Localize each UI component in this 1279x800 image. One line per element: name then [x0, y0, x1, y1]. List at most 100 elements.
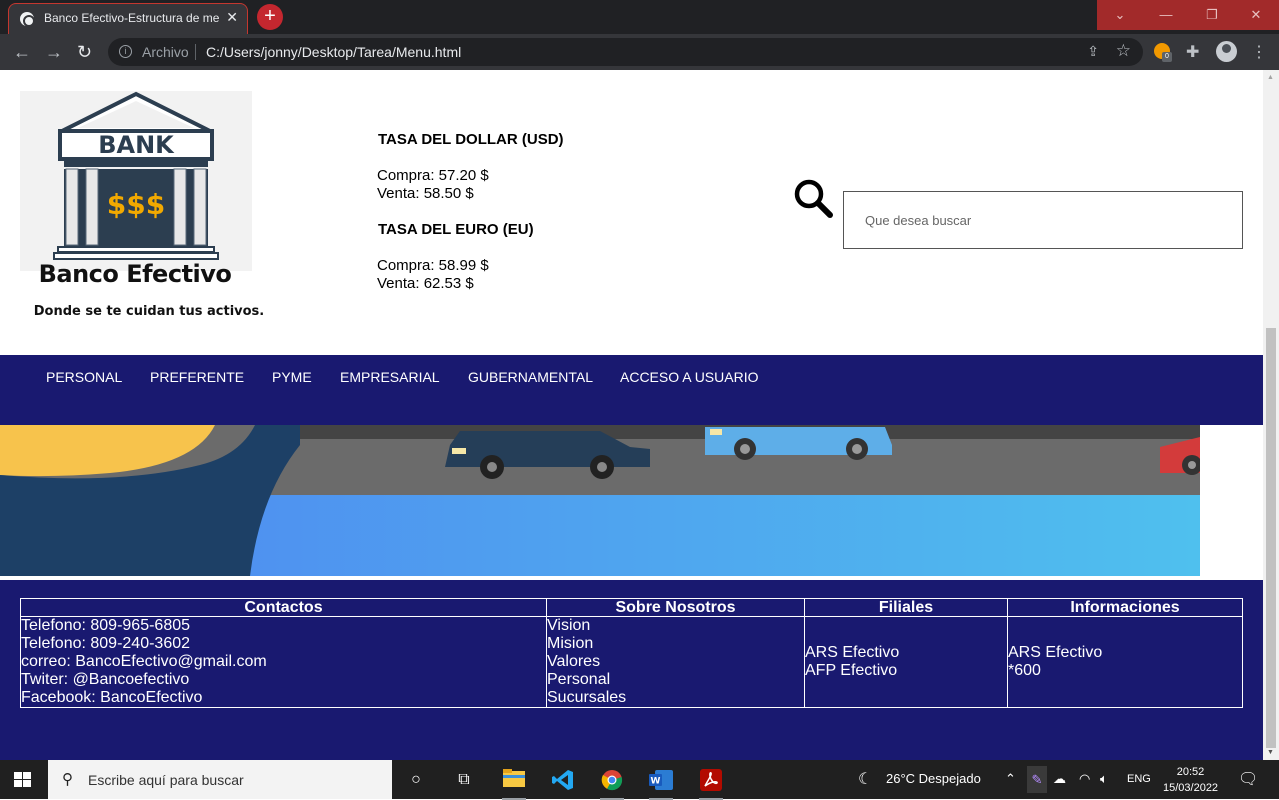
scrollbar-thumb[interactable] [1266, 328, 1276, 748]
search-icon: ⚲ [62, 771, 73, 788]
contact-email: correo: BancoEfectivo@gmail.com [21, 653, 267, 670]
url-text[interactable]: C:/Users/jonny/Desktop/Tarea/Menu.html [206, 44, 461, 60]
eur-sell-rate: Venta: 62.53 $ [377, 275, 474, 292]
browser-toolbar: ← → ↻ i Archivo C:/Users/jonny/Desktop/T… [0, 34, 1279, 70]
contact-phone-1: Telefono: 809-965-6805 [21, 617, 191, 634]
contact-facebook: Facebook: BancoEfectivo [21, 689, 203, 706]
moon-weather-icon[interactable]: ☾ [858, 769, 872, 789]
speaker-icon[interactable]: 🔈︎ [1100, 771, 1108, 787]
pen-icon[interactable]: ✎ [1027, 766, 1047, 793]
new-tab-button[interactable]: + [257, 4, 283, 30]
address-bar[interactable]: i Archivo C:/Users/jonny/Desktop/Tarea/M… [108, 38, 1143, 66]
logo-money-text: $$$ [107, 188, 165, 221]
extension-icon[interactable]: 0 [1154, 43, 1172, 62]
scroll-down-icon[interactable]: ▼ [1267, 749, 1274, 756]
bank-logo: BANK $$$ [20, 91, 252, 271]
back-icon[interactable]: ← [13, 42, 31, 62]
task-view-icon[interactable]: ⧉ [452, 769, 476, 791]
search-input[interactable] [844, 192, 1242, 248]
about-personal: Personal [547, 671, 611, 688]
scroll-up-icon[interactable]: ▲ [1267, 74, 1274, 81]
footer-filiales-cell: ARS Efectivo AFP Efectivo [804, 616, 1008, 708]
taskbar-search[interactable]: ⚲ Escribe aquí para buscar [48, 760, 392, 799]
acrobat-icon[interactable] [699, 769, 723, 800]
language-indicator[interactable]: ENG [1127, 773, 1151, 785]
puzzle-icon[interactable]: ✚ [1186, 42, 1199, 62]
cortana-icon[interactable]: ○ [404, 769, 428, 791]
restore-button[interactable]: ❐ [1189, 0, 1235, 30]
clock-time: 20:52 [1176, 766, 1205, 778]
close-tab-icon[interactable]: ✕ [226, 9, 238, 26]
footer-header-filiales: Filiales [804, 598, 1008, 617]
close-window-button[interactable]: ✕ [1233, 0, 1279, 30]
menu-kebab-icon[interactable]: ⋮ [1251, 42, 1267, 62]
menu-item-personal[interactable]: PERSONAL [46, 369, 122, 385]
search-icon[interactable] [793, 178, 833, 218]
bank-name: Banco Efectivo [38, 260, 232, 288]
profile-avatar[interactable] [1216, 41, 1237, 62]
address-separator [195, 44, 196, 60]
filial-afp: AFP Efectivo [805, 662, 898, 679]
usd-buy-rate: Compra: 57.20 $ [377, 167, 489, 184]
minimize-button[interactable]: — [1143, 0, 1189, 30]
footer-table: Contactos Sobre Nosotros Filiales Inform… [20, 598, 1243, 708]
wifi-icon[interactable]: ◠ [1079, 771, 1090, 787]
logo-bank-text: BANK [98, 131, 175, 159]
info-icon[interactable]: i [119, 45, 132, 58]
taskbar-search-text[interactable]: Escribe aquí para buscar [88, 772, 244, 788]
tab-search-button[interactable]: ⌄ [1097, 0, 1143, 30]
about-sucursales: Sucursales [547, 689, 627, 706]
tab-title: Banco Efectivo-Estructura de me [44, 11, 220, 25]
footer: Contactos Sobre Nosotros Filiales Inform… [0, 580, 1263, 760]
svg-text:W: W [651, 777, 661, 787]
browser-tab-strip: Banco Efectivo-Estructura de me ✕ + ⌄ — … [0, 0, 1279, 34]
contact-phone-2: Telefono: 809-240-3602 [21, 635, 191, 652]
scheme-label: Archivo [142, 44, 189, 60]
footer-header-contactos: Contactos [20, 598, 547, 617]
eur-buy-rate: Compra: 58.99 $ [377, 257, 489, 274]
forward-icon[interactable]: → [45, 42, 63, 62]
file-explorer-icon[interactable] [502, 769, 526, 800]
notifications-icon[interactable]: 🗨︎ [1238, 769, 1258, 789]
page-scrollbar[interactable]: ▲ ▼ [1263, 70, 1279, 760]
bank-slogan: Donde se te cuidan tus activos. [33, 304, 265, 319]
windows-start-icon[interactable] [14, 772, 32, 788]
bookmark-star-icon[interactable]: ☆ [1116, 41, 1131, 61]
main-menu: PERSONAL PREFERENTE PYME EMPRESARIAL GUB… [0, 355, 1263, 425]
menu-item-empresarial[interactable]: EMPRESARIAL [340, 369, 440, 385]
chevron-up-icon[interactable]: ⌃ [1005, 771, 1016, 787]
browser-tab-active[interactable]: Banco Efectivo-Estructura de me ✕ [8, 3, 248, 34]
usd-rate-title: TASA DEL DOLLAR (USD) [378, 131, 564, 148]
search-field[interactable] [843, 191, 1243, 249]
globe-icon [20, 12, 35, 27]
menu-item-gubernamental[interactable]: GUBERNAMENTAL [468, 369, 593, 385]
cloud-icon[interactable]: ☁ [1053, 771, 1066, 787]
footer-header-sobre-nosotros: Sobre Nosotros [546, 598, 805, 617]
reload-icon[interactable]: ↻ [77, 42, 92, 62]
menu-item-pyme[interactable]: PYME [272, 369, 312, 385]
web-page: BANK $$$ Banco Efectivo Donde se te cuid… [0, 70, 1263, 760]
contact-twitter: Twiter: @Bancoefectivo [21, 671, 190, 688]
info-ars: ARS Efectivo [1008, 644, 1103, 661]
windows-taskbar: ⚲ Escribe aquí para buscar ○ ⧉ W ☾ 26°C … [0, 760, 1279, 800]
about-vision: Vision [547, 617, 591, 634]
exchange-rates: TASA DEL DOLLAR (USD) Compra: 57.20 $ Ve… [377, 131, 564, 293]
about-mision: Mision [547, 635, 594, 652]
word-icon[interactable]: W [649, 769, 673, 800]
share-icon[interactable]: ⇪ [1087, 43, 1099, 60]
footer-sobre-nosotros-cell: Vision Mision Valores Personal Sucursale… [546, 616, 805, 708]
weather-text[interactable]: 26°C Despejado [886, 771, 981, 786]
eur-rate-title: TASA DEL EURO (EU) [378, 221, 534, 238]
footer-contactos-cell: Telefono: 809-965-6805 Telefono: 809-240… [20, 616, 547, 708]
menu-item-preferente[interactable]: PREFERENTE [150, 369, 244, 385]
bank-building-icon: BANK $$$ [53, 91, 219, 260]
extension-badge: 0 [1162, 52, 1172, 62]
banner-image [0, 425, 1200, 576]
about-valores: Valores [547, 653, 601, 670]
clock[interactable]: 20:52 15/03/2022 [1163, 764, 1218, 796]
chrome-icon[interactable] [600, 769, 624, 800]
vscode-icon[interactable] [551, 769, 575, 791]
usd-sell-rate: Venta: 58.50 $ [377, 185, 474, 202]
clock-date: 15/03/2022 [1163, 782, 1219, 794]
menu-item-acceso-usuario[interactable]: ACCESO A USUARIO [620, 369, 758, 385]
